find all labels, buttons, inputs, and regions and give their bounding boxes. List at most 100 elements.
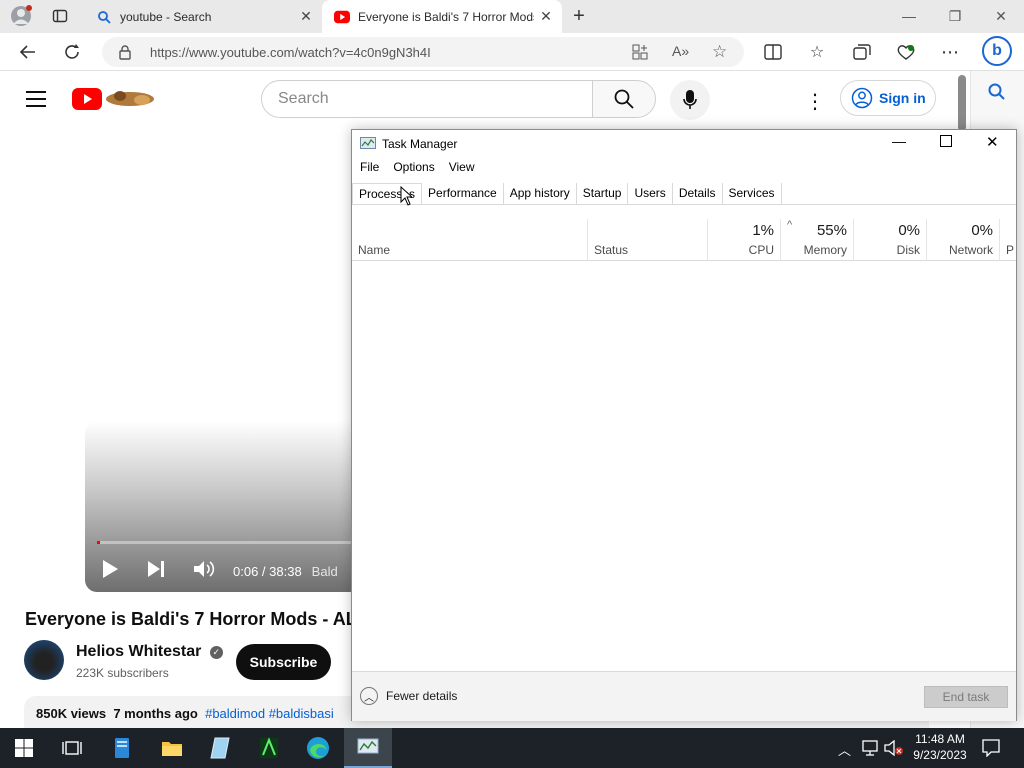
- app-available-icon[interactable]: [632, 44, 648, 65]
- task-manager-window: Task Manager — ✕ File Options View Proce…: [351, 129, 1017, 721]
- collections-icon[interactable]: [851, 41, 873, 63]
- column-disk[interactable]: 0% Disk: [854, 219, 927, 261]
- sidebar-search-icon[interactable]: [988, 83, 1006, 106]
- browser-tab-search[interactable]: youtube - Search ✕: [84, 0, 322, 33]
- task-view-icon[interactable]: [48, 728, 96, 768]
- chapter-title: Bald: [311, 564, 338, 579]
- tab-users[interactable]: Users: [628, 183, 673, 204]
- memory-label: Memory: [803, 243, 847, 257]
- close-tab-icon[interactable]: ✕: [294, 8, 318, 25]
- subscribe-button[interactable]: Subscribe: [236, 644, 331, 680]
- youtube-logo[interactable]: [72, 88, 164, 115]
- tm-minimize-icon[interactable]: —: [892, 133, 906, 149]
- windows-taskbar: ︿ 11:48 AM 9/23/2023: [0, 728, 1024, 768]
- column-status[interactable]: Status: [588, 219, 708, 261]
- tab-actions-icon[interactable]: [49, 5, 71, 27]
- hashtags[interactable]: #baldimod #baldisbasi: [205, 706, 334, 721]
- volume-icon[interactable]: [193, 560, 215, 583]
- desktop-screen: youtube - Search ✕ Everyone is Baldi's 7…: [0, 0, 1024, 768]
- column-cpu[interactable]: 1% CPU: [708, 219, 781, 261]
- clock-time: 11:48 AM: [915, 732, 965, 746]
- column-name-label: Name: [358, 243, 391, 257]
- edge-browser-icon[interactable]: [294, 728, 342, 768]
- video-progress-bar[interactable]: [97, 541, 355, 544]
- document-app-icon[interactable]: [98, 728, 146, 768]
- tm-maximize-icon[interactable]: [940, 134, 952, 152]
- extensions-icon[interactable]: [895, 41, 917, 63]
- column-power-partial[interactable]: P: [1000, 219, 1016, 261]
- read-aloud-icon[interactable]: A»: [672, 43, 689, 59]
- lock-icon[interactable]: [118, 44, 132, 65]
- network-icon[interactable]: [862, 740, 880, 761]
- tm-close-icon[interactable]: ✕: [986, 133, 999, 151]
- column-memory[interactable]: ^ 55% Memory: [781, 219, 854, 261]
- url-text: https://www.youtube.com/watch?v=4c0n9gN3…: [150, 45, 431, 60]
- task-manager-taskbar-icon[interactable]: [344, 728, 392, 768]
- refresh-icon[interactable]: [61, 41, 83, 63]
- tab-performance[interactable]: Performance: [422, 183, 504, 204]
- system-clock[interactable]: 11:48 AM 9/23/2023: [905, 731, 975, 763]
- browser-restore-icon[interactable]: ❐: [940, 8, 970, 25]
- task-manager-tabs: Processes Performance App history Startu…: [352, 183, 1016, 205]
- chevron-up-icon: ︿: [360, 687, 378, 705]
- menu-icon[interactable]: [26, 91, 46, 112]
- split-screen-icon[interactable]: [762, 41, 784, 63]
- power-label-partial: P: [1006, 243, 1015, 257]
- sign-in-button[interactable]: Sign in: [840, 80, 936, 116]
- tab-details[interactable]: Details: [673, 183, 723, 204]
- channel-name[interactable]: Helios Whitestar ✓: [76, 643, 223, 661]
- green-app-icon[interactable]: [245, 728, 293, 768]
- search-button[interactable]: [592, 80, 656, 118]
- column-status-label: Status: [594, 243, 629, 257]
- fewer-details-button[interactable]: ︿ Fewer details: [360, 687, 457, 705]
- next-icon[interactable]: [147, 560, 165, 583]
- youtube-favicon-icon: [334, 9, 350, 25]
- cpu-percent: 1%: [752, 222, 774, 239]
- page-scrollbar-thumb[interactable]: [958, 75, 966, 131]
- close-tab-icon[interactable]: ✕: [534, 8, 558, 25]
- video-player[interactable]: 0:06 / 38:38 Bald: [85, 421, 355, 592]
- search-icon: [96, 9, 112, 25]
- task-manager-title: Task Manager: [382, 137, 458, 151]
- menu-file[interactable]: File: [360, 160, 379, 180]
- file-explorer-icon[interactable]: [148, 728, 196, 768]
- video-stats: 850K views 7 months ago #baldimod #baldi…: [36, 706, 334, 721]
- process-list[interactable]: [352, 262, 1016, 670]
- show-hidden-icons[interactable]: ︿: [838, 740, 851, 759]
- column-network[interactable]: 0% Network: [927, 219, 1000, 261]
- notification-icon[interactable]: [982, 739, 1000, 762]
- tab-services[interactable]: Services: [723, 183, 782, 204]
- more-icon[interactable]: ⋯: [939, 41, 961, 63]
- video-progress-fill: [97, 541, 100, 544]
- tab-title: youtube - Search: [120, 9, 212, 24]
- column-name[interactable]: Name: [352, 219, 588, 261]
- menu-view[interactable]: View: [449, 160, 475, 180]
- back-icon[interactable]: [17, 41, 39, 63]
- browser-close-icon[interactable]: ✕: [986, 8, 1016, 25]
- player-controls: 0:06 / 38:38 Bald: [101, 559, 338, 584]
- tab-app-history[interactable]: App history: [504, 183, 577, 204]
- play-icon[interactable]: [101, 559, 119, 584]
- voice-search-button[interactable]: [670, 80, 710, 120]
- favorites-icon[interactable]: ☆: [806, 41, 828, 63]
- new-tab-button[interactable]: +: [568, 5, 590, 27]
- menu-options[interactable]: Options: [393, 160, 434, 180]
- profile-icon[interactable]: [10, 5, 32, 27]
- browser-minimize-icon[interactable]: —: [894, 8, 924, 24]
- favorite-star-icon[interactable]: ☆: [712, 42, 727, 62]
- tab-startup[interactable]: Startup: [577, 183, 629, 204]
- start-button[interactable]: [0, 728, 48, 768]
- notepad-icon[interactable]: [196, 728, 244, 768]
- video-title: Everyone is Baldi's 7 Horror Mods - ALL: [25, 609, 355, 629]
- search-input[interactable]: Search: [261, 80, 593, 118]
- volume-muted-icon[interactable]: [884, 739, 904, 761]
- address-bar[interactable]: https://www.youtube.com/watch?v=4c0n9gN3…: [102, 37, 744, 67]
- end-task-button[interactable]: End task: [924, 686, 1008, 708]
- settings-more-icon[interactable]: ⋮: [805, 89, 825, 114]
- task-manager-app-icon: [360, 137, 376, 156]
- memory-percent: 55%: [816, 222, 847, 239]
- browser-tab-youtube[interactable]: Everyone is Baldi's 7 Horror Mods - ALL …: [322, 0, 562, 33]
- view-count: 850K views: [36, 706, 107, 721]
- channel-avatar[interactable]: [24, 640, 64, 680]
- bing-chat-icon[interactable]: b: [982, 36, 1012, 66]
